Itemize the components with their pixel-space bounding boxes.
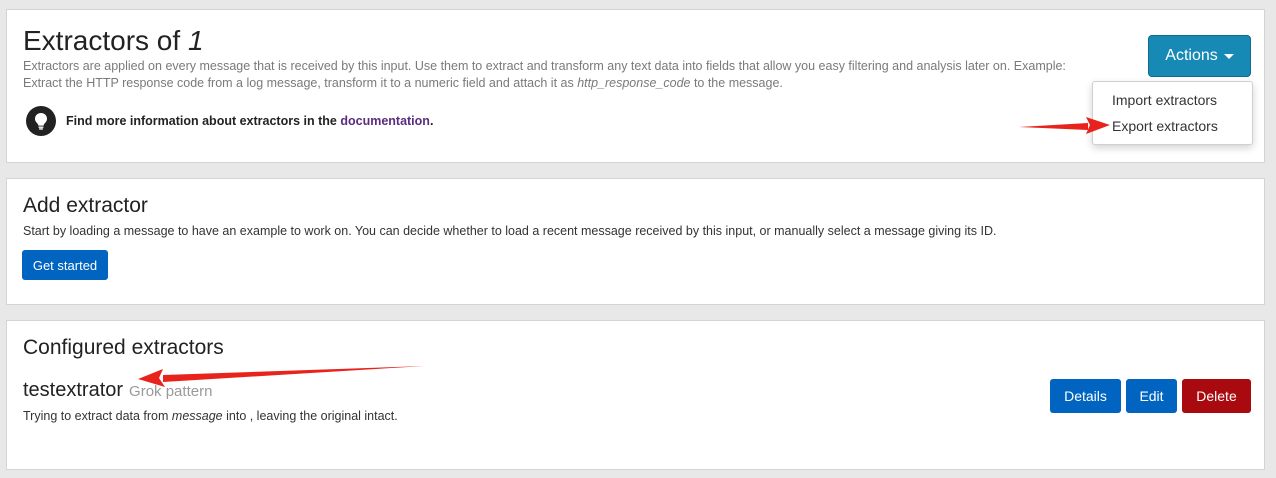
lightbulb-icon (26, 106, 56, 136)
page-description: Extractors are applied on every message … (23, 59, 1066, 90)
menu-item-import-extractors[interactable]: Import extractors (1112, 92, 1217, 108)
extractors-header-panel: Extractors of 1 Extractors are applied o… (6, 9, 1265, 163)
extractor-description: Trying to extract data from message into… (23, 409, 398, 423)
documentation-link[interactable]: documentation (340, 114, 430, 128)
add-extractor-description: Start by loading a message to have an ex… (23, 224, 997, 238)
actions-dropdown-menu: Import extractors Export extractors (1092, 81, 1253, 145)
documentation-hint: Find more information about extractors i… (26, 106, 433, 136)
input-number: 1 (187, 25, 204, 56)
add-extractor-panel: Add extractor Start by loading a message… (6, 178, 1265, 305)
chevron-down-icon (1223, 53, 1234, 59)
actions-button[interactable]: Actions (1148, 35, 1251, 77)
extractor-item: testextrator Grok pattern (23, 379, 212, 402)
extractor-type: Grok pattern (129, 383, 213, 400)
extractor-name: testextrator (23, 379, 124, 401)
page-title: Extractors of 1 (23, 25, 204, 56)
menu-item-export-extractors[interactable]: Export extractors (1112, 118, 1218, 134)
delete-button[interactable]: Delete (1182, 379, 1251, 413)
add-extractor-title: Add extractor (23, 194, 148, 217)
configured-extractors-title: Configured extractors (23, 336, 224, 359)
edit-button[interactable]: Edit (1126, 379, 1177, 413)
get-started-button[interactable]: Get started (22, 250, 108, 280)
details-button[interactable]: Details (1050, 379, 1121, 413)
configured-extractors-panel: Configured extractors testextrator Grok p… (6, 320, 1265, 470)
